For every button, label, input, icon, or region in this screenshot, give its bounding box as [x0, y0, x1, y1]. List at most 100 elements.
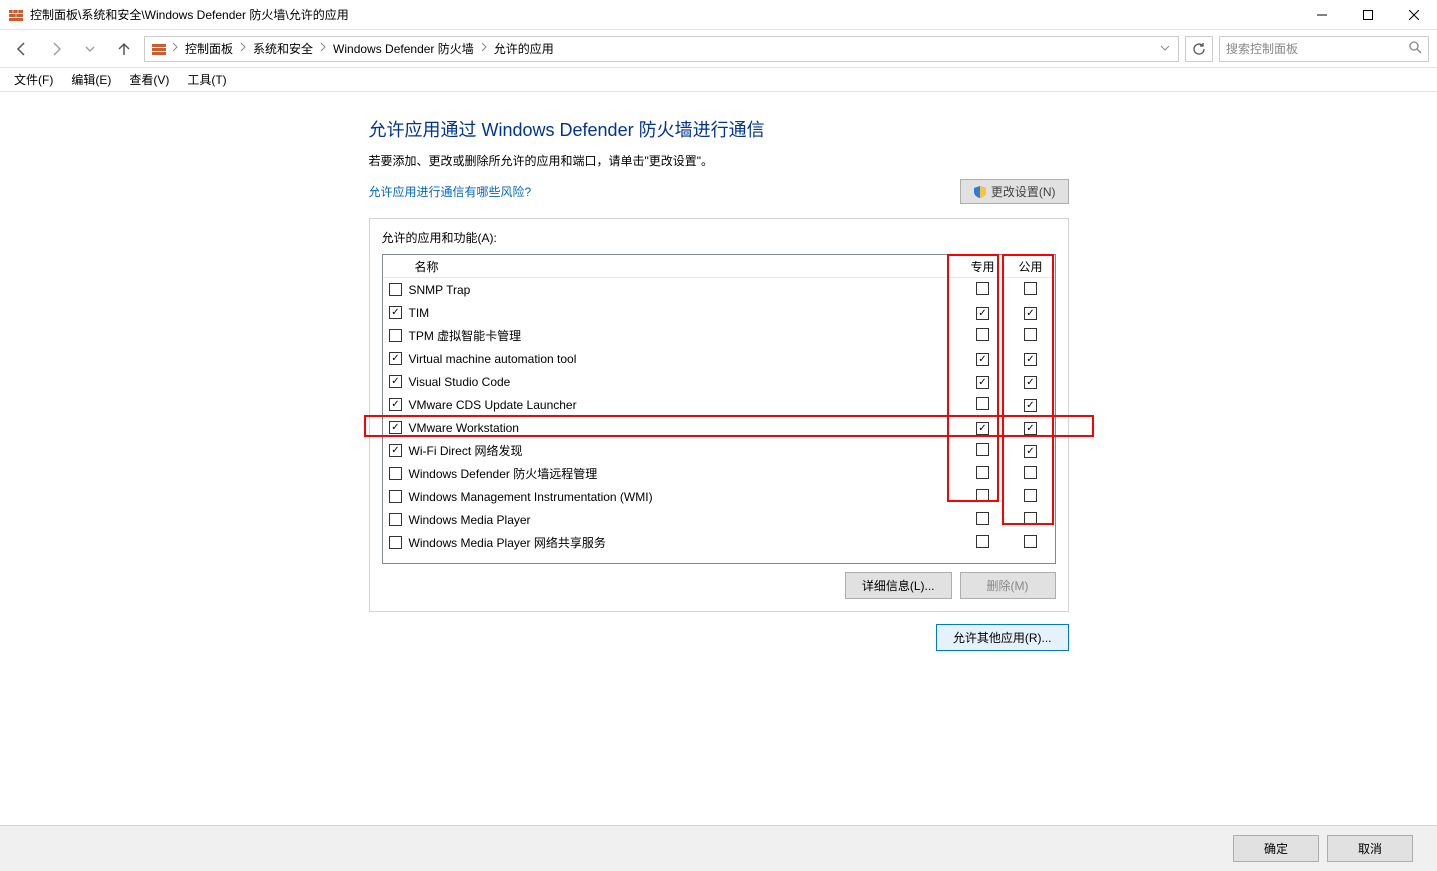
- panel: 允许应用通过 Windows Defender 防火墙进行通信 若要添加、更改或…: [369, 116, 1069, 825]
- app-name: Windows Defender 防火墙远程管理: [409, 465, 959, 482]
- chevron-right-icon: [171, 41, 179, 56]
- chevron-right-icon: [239, 41, 247, 56]
- enable-checkbox[interactable]: [389, 375, 402, 388]
- public-checkbox[interactable]: [1024, 466, 1037, 479]
- app-name: VMware CDS Update Launcher: [409, 398, 959, 412]
- private-checkbox[interactable]: [976, 397, 989, 410]
- list-row[interactable]: VMware CDS Update Launcher: [383, 393, 1055, 416]
- recent-dropdown[interactable]: [76, 35, 104, 63]
- private-checkbox[interactable]: [976, 328, 989, 341]
- public-checkbox[interactable]: [1024, 399, 1037, 412]
- private-checkbox[interactable]: [976, 466, 989, 479]
- change-settings-label: 更改设置(N): [991, 183, 1056, 200]
- enable-checkbox[interactable]: [389, 283, 402, 296]
- list-row[interactable]: Wi-Fi Direct 网络发现: [383, 439, 1055, 462]
- public-checkbox[interactable]: [1024, 353, 1037, 366]
- menu-view[interactable]: 查看(V): [121, 69, 177, 90]
- list-row[interactable]: TIM: [383, 301, 1055, 324]
- allow-other-button[interactable]: 允许其他应用(R)...: [936, 624, 1069, 651]
- private-checkbox[interactable]: [976, 443, 989, 456]
- col-name: 名称: [409, 258, 959, 275]
- private-checkbox[interactable]: [976, 376, 989, 389]
- public-checkbox[interactable]: [1024, 282, 1037, 295]
- menu-file[interactable]: 文件(F): [6, 69, 61, 90]
- app-name: TIM: [409, 306, 959, 320]
- enable-checkbox[interactable]: [389, 421, 402, 434]
- private-checkbox[interactable]: [976, 489, 989, 502]
- private-checkbox[interactable]: [976, 307, 989, 320]
- maximize-button[interactable]: [1345, 0, 1391, 30]
- up-button[interactable]: [110, 35, 138, 63]
- public-checkbox[interactable]: [1024, 512, 1037, 525]
- group-label: 允许的应用和功能(A):: [382, 229, 1056, 246]
- list-row[interactable]: Visual Studio Code: [383, 370, 1055, 393]
- private-checkbox[interactable]: [976, 422, 989, 435]
- search-placeholder: 搜索控制面板: [1226, 40, 1298, 57]
- enable-checkbox[interactable]: [389, 536, 402, 549]
- menu-tools[interactable]: 工具(T): [179, 69, 234, 90]
- enable-checkbox[interactable]: [389, 467, 402, 480]
- crumb-2[interactable]: Windows Defender 防火墙: [329, 37, 478, 61]
- public-checkbox[interactable]: [1024, 307, 1037, 320]
- crumb-3[interactable]: 允许的应用: [490, 37, 558, 61]
- private-checkbox[interactable]: [976, 353, 989, 366]
- minimize-button[interactable]: [1299, 0, 1345, 30]
- shield-icon: [973, 185, 987, 199]
- breadcrumb[interactable]: 控制面板 系统和安全 Windows Defender 防火墙 允许的应用: [144, 36, 1179, 62]
- enable-checkbox[interactable]: [389, 352, 402, 365]
- bottombar: 确定 取消: [0, 825, 1437, 871]
- list-row[interactable]: Windows Media Player 网络共享服务: [383, 531, 1055, 554]
- list-row[interactable]: SNMP Trap: [383, 278, 1055, 301]
- list-row[interactable]: Windows Defender 防火墙远程管理: [383, 462, 1055, 485]
- allowed-apps-list[interactable]: 名称 专用 公用 SNMP TrapTIMTPM 虚拟智能卡管理Virtual …: [382, 254, 1056, 564]
- close-button[interactable]: [1391, 0, 1437, 30]
- crumb-label: 控制面板: [185, 40, 233, 57]
- enable-checkbox[interactable]: [389, 444, 402, 457]
- firewall-icon: [151, 41, 167, 57]
- public-checkbox[interactable]: [1024, 422, 1037, 435]
- list-row[interactable]: TPM 虚拟智能卡管理: [383, 324, 1055, 347]
- menu-edit[interactable]: 编辑(E): [63, 69, 119, 90]
- app-name: Windows Media Player: [409, 513, 959, 527]
- enable-checkbox[interactable]: [389, 513, 402, 526]
- chevron-right-icon: [319, 41, 327, 56]
- app-name: Wi-Fi Direct 网络发现: [409, 442, 959, 459]
- enable-checkbox[interactable]: [389, 398, 402, 411]
- refresh-button[interactable]: [1185, 36, 1213, 62]
- public-checkbox[interactable]: [1024, 535, 1037, 548]
- crumb-1[interactable]: 系统和安全: [249, 37, 317, 61]
- list-row[interactable]: Windows Management Instrumentation (WMI): [383, 485, 1055, 508]
- content-area: 允许应用通过 Windows Defender 防火墙进行通信 若要添加、更改或…: [0, 92, 1437, 825]
- chevron-down-icon[interactable]: [1160, 42, 1170, 56]
- app-name: SNMP Trap: [409, 283, 959, 297]
- public-checkbox[interactable]: [1024, 489, 1037, 502]
- private-checkbox[interactable]: [976, 282, 989, 295]
- change-settings-button[interactable]: 更改设置(N): [960, 179, 1069, 204]
- risk-link[interactable]: 允许应用进行通信有哪些风险?: [369, 183, 532, 200]
- search-icon: [1409, 41, 1422, 57]
- remove-button[interactable]: 删除(M): [960, 572, 1056, 599]
- list-row[interactable]: VMware Workstation: [383, 416, 1055, 439]
- back-button[interactable]: [8, 35, 36, 63]
- window-controls: [1299, 0, 1437, 30]
- panel-title: 允许应用通过 Windows Defender 防火墙进行通信: [369, 116, 1069, 142]
- crumb-label: 允许的应用: [494, 40, 554, 57]
- list-row[interactable]: Windows Media Player: [383, 508, 1055, 531]
- list-row[interactable]: Virtual machine automation tool: [383, 347, 1055, 370]
- addressbar: 控制面板 系统和安全 Windows Defender 防火墙 允许的应用 搜索…: [0, 30, 1437, 68]
- cancel-button[interactable]: 取消: [1327, 835, 1413, 862]
- crumb-0[interactable]: 控制面板: [181, 37, 237, 61]
- public-checkbox[interactable]: [1024, 445, 1037, 458]
- ok-button[interactable]: 确定: [1233, 835, 1319, 862]
- allowed-apps-group: 允许的应用和功能(A): 名称 专用 公用 SNMP TrapTIMTPM 虚拟…: [369, 218, 1069, 612]
- public-checkbox[interactable]: [1024, 376, 1037, 389]
- enable-checkbox[interactable]: [389, 306, 402, 319]
- enable-checkbox[interactable]: [389, 329, 402, 342]
- search-input[interactable]: 搜索控制面板: [1219, 36, 1429, 62]
- enable-checkbox[interactable]: [389, 490, 402, 503]
- private-checkbox[interactable]: [976, 512, 989, 525]
- private-checkbox[interactable]: [976, 535, 989, 548]
- forward-button[interactable]: [42, 35, 70, 63]
- details-button[interactable]: 详细信息(L)...: [845, 572, 952, 599]
- public-checkbox[interactable]: [1024, 328, 1037, 341]
